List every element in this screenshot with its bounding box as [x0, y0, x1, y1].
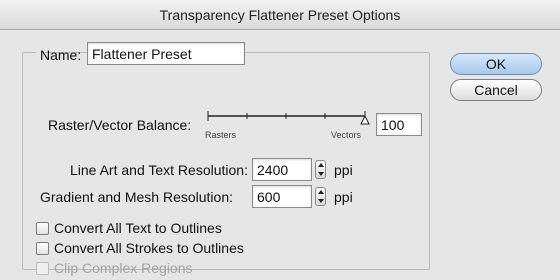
gradient-mesh-resolution-stepper[interactable] — [315, 187, 326, 206]
clip-complex-regions-label: Clip Complex Regions — [54, 260, 193, 276]
stepper-up-arrow-icon[interactable] — [318, 163, 324, 167]
convert-strokes-outlines-checkbox[interactable] — [36, 242, 49, 255]
name-label: Name: — [40, 47, 82, 63]
rasters-label: Rasters — [205, 130, 237, 140]
name-row: Name: — [36, 42, 245, 68]
title-bar: Transparency Flattener Preset Options — [0, 0, 560, 30]
ok-button[interactable]: OK — [450, 53, 542, 75]
dialog-title: Transparency Flattener Preset Options — [159, 7, 401, 23]
stepper-up-arrow-icon[interactable] — [318, 190, 324, 194]
slider-thumb[interactable] — [360, 114, 370, 125]
line-art-resolution-input[interactable] — [252, 158, 312, 181]
line-art-resolution-label: Line Art and Text Resolution: — [70, 162, 248, 178]
name-input[interactable] — [87, 42, 245, 65]
dialog-body: Name: Raster/Vector Balance: Rasters Vec… — [0, 30, 560, 280]
raster-vector-balance-label: Raster/Vector Balance: — [48, 117, 192, 133]
line-art-unit: ppi — [334, 162, 353, 178]
raster-vector-slider[interactable]: Rasters Vectors — [205, 108, 371, 142]
vectors-label: Vectors — [331, 130, 362, 140]
line-art-resolution-stepper[interactable] — [315, 160, 326, 179]
gradient-mesh-unit: ppi — [334, 189, 353, 205]
stepper-down-arrow-icon[interactable] — [318, 199, 324, 203]
balance-value-input[interactable] — [376, 113, 422, 136]
convert-text-outlines-checkbox[interactable] — [36, 222, 49, 235]
convert-strokes-outlines-label[interactable]: Convert All Strokes to Outlines — [54, 240, 244, 256]
stepper-down-arrow-icon[interactable] — [318, 172, 324, 176]
cancel-button[interactable]: Cancel — [450, 79, 542, 101]
gradient-mesh-resolution-label: Gradient and Mesh Resolution: — [40, 189, 233, 205]
convert-text-outlines-label[interactable]: Convert All Text to Outlines — [54, 220, 222, 236]
gradient-mesh-resolution-input[interactable] — [252, 185, 312, 208]
preset-options-group — [22, 52, 430, 270]
clip-complex-regions-checkbox — [36, 262, 49, 275]
